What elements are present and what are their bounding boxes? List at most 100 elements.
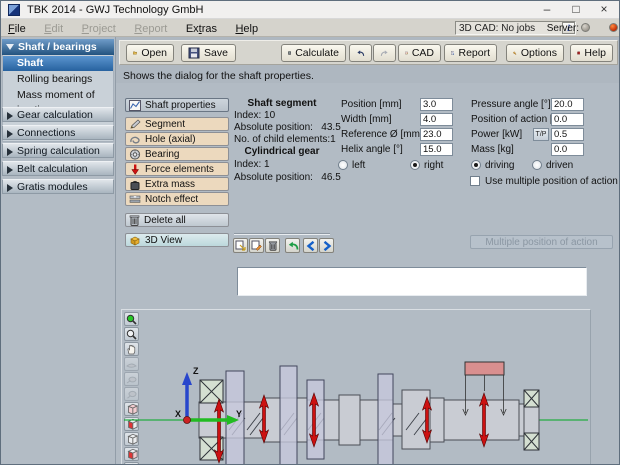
mass-label: Mass [kg]: [471, 143, 514, 156]
gear-index: Index: 1: [234, 159, 270, 170]
shaft-drawing-canvas[interactable]: X Y Z: [121, 309, 591, 465]
redo-button: [373, 44, 396, 62]
undo-green-icon: [287, 241, 299, 251]
width-input[interactable]: [420, 113, 453, 126]
delete-all-button[interactable]: Delete all: [125, 213, 229, 227]
gear-info-title: Cylindrical gear: [234, 146, 330, 157]
maximize-button[interactable]: □: [562, 1, 590, 19]
segment-abs-position: Absolute position: 43.5: [234, 122, 341, 133]
main-area: Open Save Calculate CAD Report: [116, 37, 620, 465]
options-button[interactable]: Options: [506, 44, 564, 62]
sidebar-section-gratis-modules[interactable]: Gratis modules: [2, 179, 114, 194]
segment-index: Index: 10: [234, 110, 275, 121]
help-button[interactable]: Help: [570, 44, 613, 62]
extra-mass-button[interactable]: Extra mass: [125, 177, 229, 191]
helix-angle-input[interactable]: [420, 143, 453, 156]
position-label: Position [mm]: [341, 98, 402, 111]
helix-left-label: left: [352, 159, 365, 172]
folder-open-icon: [133, 47, 137, 59]
shaft-properties-icon: [129, 100, 141, 111]
cad-button[interactable]: CAD: [398, 44, 441, 62]
segment-pencil-icon: [129, 119, 141, 130]
menu-project: Project: [75, 21, 123, 38]
shaft-diagram: X Y Z: [122, 310, 590, 465]
view-3d-button[interactable]: 3D View: [125, 233, 229, 247]
axis-y-label: Y: [236, 409, 242, 419]
cad-icon: [405, 47, 408, 59]
bearing-button[interactable]: Bearing: [125, 147, 229, 161]
extra-mass-icon: [129, 179, 141, 190]
undo-button[interactable]: [349, 44, 372, 62]
sidebar-section-belt-calculation[interactable]: Belt calculation: [2, 161, 114, 176]
chevron-right-icon: [322, 241, 332, 251]
helix-right-label: right: [424, 159, 443, 172]
report-button[interactable]: Report: [444, 44, 497, 62]
hole-axial-icon: [129, 134, 141, 145]
sidebar-section-spring-calculation[interactable]: Spring calculation: [2, 143, 114, 158]
multiple-position-checkbox-label: Use multiple position of action: [485, 175, 618, 188]
copy-element-button[interactable]: [233, 238, 248, 253]
sidebar-section-gear-calculation[interactable]: Gear calculation: [2, 107, 114, 122]
axis-x-label: X: [175, 409, 181, 419]
undo-icon: [356, 48, 365, 59]
trash-icon: [268, 240, 278, 251]
position-of-action-input[interactable]: [551, 113, 584, 126]
gear-abs-position: Absolute position: 46.5: [234, 172, 341, 183]
sidebar-item-shaft[interactable]: Shaft: [3, 56, 113, 71]
app-window: TBK 2014 - GWJ Technology GmbH – □ × Fil…: [0, 0, 620, 465]
help-book-icon: [577, 47, 580, 59]
calculate-button[interactable]: Calculate: [281, 44, 346, 62]
sidebar-section-shaft-bearings[interactable]: Shaft / bearings: [2, 39, 114, 55]
helix-left-radio[interactable]: [338, 160, 348, 170]
chevron-collapsed-icon: [7, 184, 13, 192]
power-input[interactable]: [551, 128, 584, 141]
helix-right-radio[interactable]: [410, 160, 420, 170]
close-button[interactable]: ×: [590, 1, 618, 19]
delete-element-button[interactable]: [265, 238, 280, 253]
save-icon: [188, 47, 200, 59]
driving-radio[interactable]: [471, 160, 481, 170]
paste-element-button[interactable]: [249, 238, 264, 253]
origin-point: [184, 417, 191, 424]
server-label: Server:: [547, 23, 579, 34]
redo-icon: [380, 48, 389, 59]
paste-element-icon: [251, 240, 262, 251]
notch-effect-button[interactable]: Notch effect: [125, 192, 229, 206]
segment-button[interactable]: Segment: [125, 117, 229, 131]
menu-extras[interactable]: Extras: [179, 21, 224, 38]
minimize-button[interactable]: –: [533, 1, 561, 19]
driven-radio[interactable]: [532, 160, 542, 170]
sidebar-item-rolling-bearings[interactable]: Rolling bearings: [3, 72, 113, 87]
shaft-properties-button[interactable]: Shaft properties: [125, 98, 229, 112]
position-of-action-label: Position of action [°]: [471, 113, 560, 126]
undo-element-button[interactable]: [285, 238, 300, 253]
force-elements-button[interactable]: Force elements: [125, 162, 229, 176]
save-button[interactable]: Save: [181, 44, 236, 62]
reference-diameter-input[interactable]: [420, 128, 453, 141]
cad-status-led: [581, 23, 590, 32]
multiple-position-button: Multiple position of action: [470, 235, 613, 249]
mass-input[interactable]: [551, 143, 584, 156]
sidebar-item-mass-moment[interactable]: Mass moment of inertia: [3, 88, 113, 103]
multiple-position-checkbox[interactable]: [470, 176, 480, 186]
menubar: File Edit Project Report Extras Help 3D …: [1, 19, 619, 37]
notch-effect-icon: [129, 194, 141, 205]
sidebar-section-connections[interactable]: Connections: [2, 125, 114, 140]
previous-element-button[interactable]: [303, 238, 318, 253]
trash-icon: [129, 214, 140, 226]
menu-help[interactable]: Help: [228, 21, 265, 38]
reference-diameter-label: Reference Ø [mm]: [341, 128, 423, 141]
message-box: [237, 267, 587, 296]
hole-axial-button[interactable]: Hole (axial): [125, 132, 229, 146]
position-input[interactable]: [420, 98, 453, 111]
open-button[interactable]: Open: [126, 44, 174, 62]
status-message: Shows the dialog for the shaft propertie…: [123, 70, 314, 82]
copy-element-icon: [235, 240, 246, 251]
next-element-button[interactable]: [319, 238, 334, 253]
menu-file[interactable]: File: [1, 21, 33, 38]
torque-power-toggle-button[interactable]: T/P: [533, 128, 549, 141]
content-panel: Shaft properties Segment Hole (axial) Be…: [116, 83, 620, 465]
info-panel-separator: [234, 233, 330, 235]
titlebar: TBK 2014 - GWJ Technology GmbH – □ ×: [1, 1, 619, 19]
pressure-angle-input[interactable]: [551, 98, 584, 111]
